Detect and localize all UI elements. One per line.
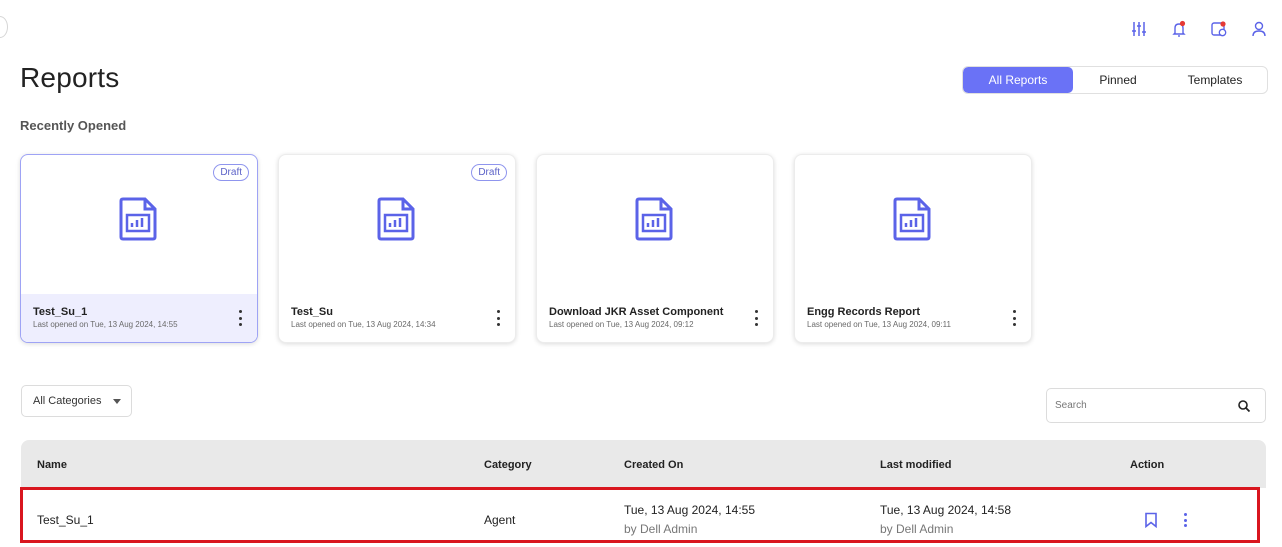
recently-opened-label: Recently Opened [20, 118, 127, 133]
category-dropdown-value: All Categories [33, 395, 102, 407]
card-more-icon[interactable] [495, 310, 501, 326]
reports-table: Name Category Created On Last modified A… [21, 440, 1266, 547]
bell-icon[interactable] [1168, 18, 1190, 40]
search-icon[interactable] [1237, 399, 1251, 413]
tab-pinned[interactable]: Pinned [1073, 67, 1163, 93]
draft-badge: Draft [471, 164, 507, 181]
card-more-icon[interactable] [753, 310, 759, 326]
card-last-opened: Last opened on Tue, 13 Aug 2024, 09:12 [549, 320, 694, 329]
calendar-icon[interactable] [1208, 18, 1230, 40]
card-more-icon[interactable] [237, 310, 243, 326]
column-header-last-modified[interactable]: Last modified [880, 459, 952, 471]
column-header-category[interactable]: Category [484, 459, 532, 471]
recent-card[interactable]: Download JKR Asset Component Last opened… [536, 154, 774, 343]
caret-down-icon [113, 398, 122, 404]
row-more-icon[interactable] [1182, 513, 1188, 527]
row-modified-by: by Dell Admin [880, 522, 954, 536]
user-icon[interactable] [1248, 18, 1270, 40]
report-document-icon [635, 197, 673, 241]
bookmark-icon[interactable] [1144, 512, 1158, 528]
draft-badge: Draft [213, 164, 249, 181]
row-modified-date: Tue, 13 Aug 2024, 14:58 [880, 503, 1011, 517]
sidebar-collapse-handle[interactable] [0, 16, 8, 38]
card-last-opened: Last opened on Tue, 13 Aug 2024, 09:11 [807, 320, 951, 329]
row-created-by: by Dell Admin [624, 522, 698, 536]
recent-card[interactable]: Engg Records Report Last opened on Tue, … [794, 154, 1032, 343]
table-header: Name Category Created On Last modified A… [21, 440, 1266, 488]
recent-card[interactable]: Draft Test_Su_1 Last opened on Tue, 13 A… [20, 154, 258, 343]
row-name[interactable]: Test_Su_1 [37, 513, 94, 527]
report-document-icon [119, 197, 157, 241]
recent-card[interactable]: Draft Test_Su Last opened on Tue, 13 Aug… [278, 154, 516, 343]
card-last-opened: Last opened on Tue, 13 Aug 2024, 14:55 [33, 320, 178, 329]
row-category: Agent [484, 513, 516, 527]
filter-sliders-icon[interactable] [1128, 18, 1150, 40]
card-title: Test_Su_1 [33, 306, 88, 318]
topbar-icons [1128, 18, 1270, 40]
column-header-created-on[interactable]: Created On [624, 459, 683, 471]
column-header-name[interactable]: Name [37, 459, 67, 471]
row-created-date: Tue, 13 Aug 2024, 14:55 [624, 503, 755, 517]
card-title: Download JKR Asset Component [549, 306, 724, 318]
report-document-icon [377, 197, 415, 241]
card-last-opened: Last opened on Tue, 13 Aug 2024, 14:34 [291, 320, 436, 329]
report-document-icon [893, 197, 931, 241]
table-row[interactable]: Test_Su_1 Agent Tue, 13 Aug 2024, 14:55 … [21, 488, 1266, 547]
page-title: Reports [20, 62, 120, 93]
search-box [1046, 388, 1266, 423]
tab-all-reports[interactable]: All Reports [963, 67, 1073, 93]
card-title: Test_Su [291, 306, 333, 318]
card-title: Engg Records Report [807, 306, 921, 318]
recent-cards: Draft Test_Su_1 Last opened on Tue, 13 A… [20, 154, 1032, 343]
tab-templates[interactable]: Templates [1163, 67, 1267, 93]
search-input[interactable] [1047, 389, 1227, 422]
card-more-icon[interactable] [1011, 310, 1017, 326]
category-dropdown[interactable]: All Categories [21, 385, 132, 417]
column-header-action: Action [1130, 459, 1165, 471]
view-tabs: All Reports Pinned Templates [962, 66, 1268, 94]
